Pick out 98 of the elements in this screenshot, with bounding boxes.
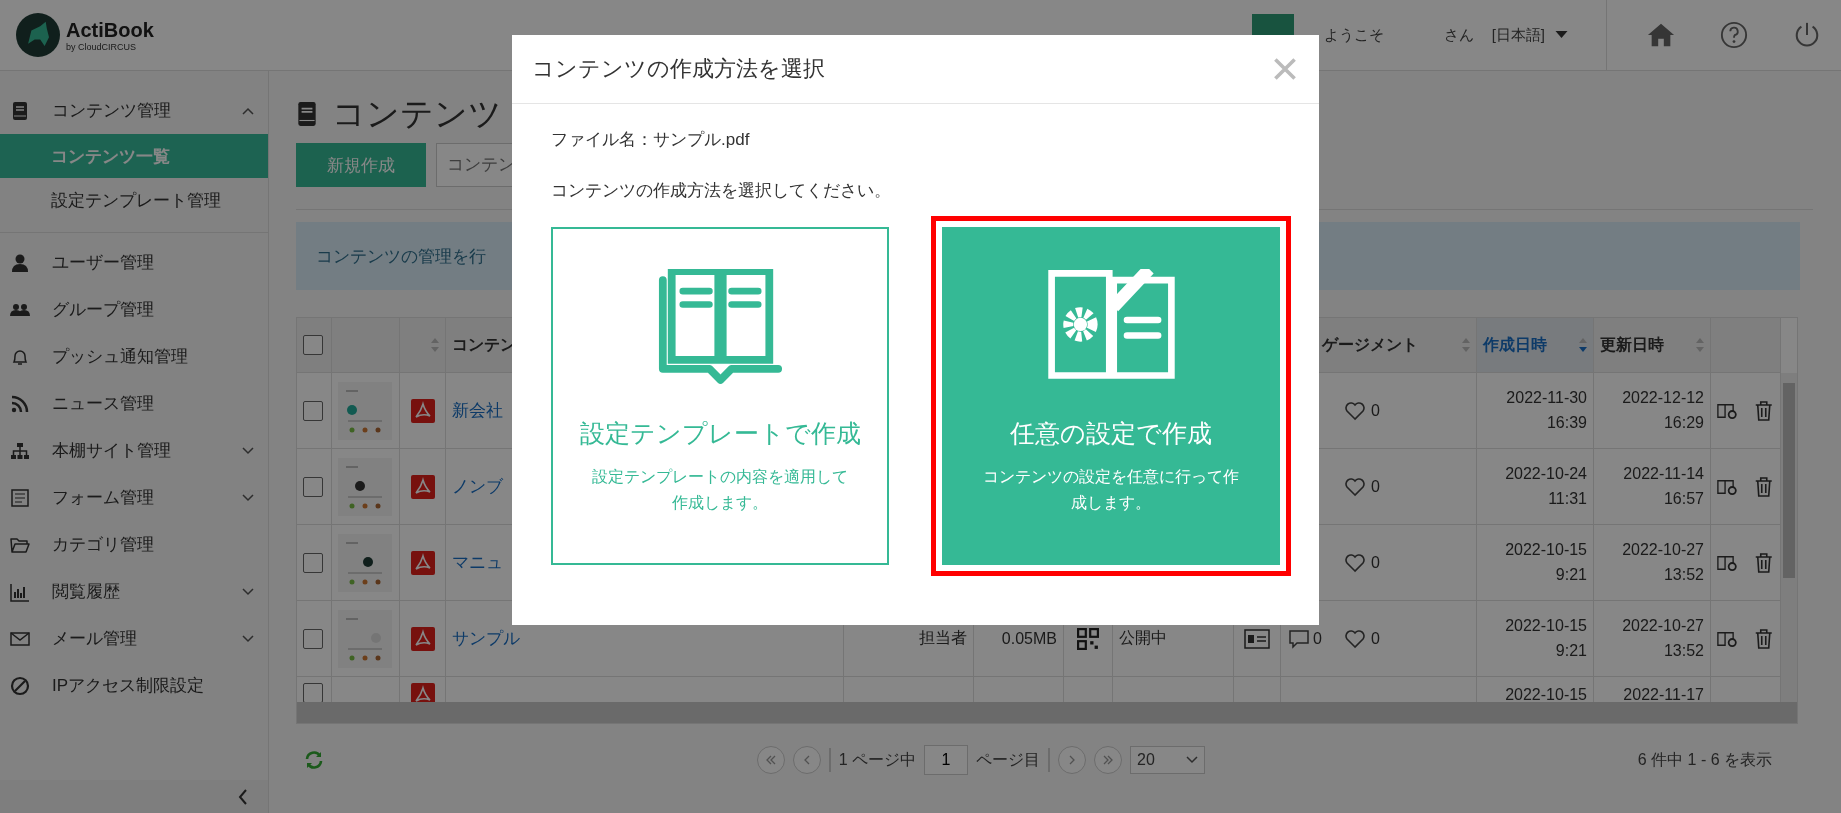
content-link[interactable]: 新会社 (452, 399, 503, 422)
sidebar-item[interactable]: メール管理 (0, 615, 268, 662)
sidebar-item[interactable]: プッシュ通知管理 (0, 333, 268, 380)
collapse-icon[interactable] (238, 789, 248, 805)
chevron-down-icon (1186, 756, 1199, 764)
option-card[interactable]: 任意の設定で作成 コンテンツの設定を任意に行って作成します。 (942, 227, 1280, 565)
file-size: 0.05MB (1001, 629, 1057, 648)
language-dropdown[interactable]: [日本語] (1491, 25, 1568, 45)
heart-icon (1345, 552, 1365, 573)
sidebar-item[interactable]: カテゴリ管理 (0, 521, 268, 568)
honorific-text: さん (1443, 25, 1474, 45)
pdf-icon (410, 550, 435, 575)
owner-text: 担当者 (919, 628, 967, 648)
heart-icon (1345, 476, 1365, 497)
created-date: 2022-10-15 9:21 (1505, 615, 1587, 661)
row-checkbox[interactable] (303, 552, 323, 573)
sidebar-subitem[interactable]: 設定テンプレート管理 (0, 178, 268, 222)
option-card[interactable]: 設定テンプレートで作成 設定テンプレートの内容を適用して作成します。 (551, 227, 889, 565)
updated-date: 2022-12-12 16:29 (1622, 387, 1704, 433)
row-checkbox[interactable] (303, 628, 323, 649)
chevron-down-icon[interactable] (242, 587, 254, 596)
sidebar-item[interactable]: IPアクセス制限設定 (0, 662, 268, 709)
heart-icon (1345, 400, 1365, 421)
help-icon[interactable] (1720, 21, 1748, 49)
pdf-icon (410, 626, 435, 651)
sidebar-item[interactable]: フォーム管理 (0, 474, 268, 521)
dialog-title: コンテンツの作成方法を選択 (532, 55, 826, 83)
row-checkbox[interactable] (303, 683, 323, 702)
updated-date: 2022-10-27 13:52 (1622, 539, 1704, 585)
book-icon (296, 101, 318, 127)
select-all-checkbox[interactable] (303, 335, 323, 355)
page-title: コンテンツ (332, 93, 502, 134)
pdf-icon (410, 398, 435, 423)
results-summary: 6 件中 1 - 6 を表示 (1637, 749, 1772, 770)
welcome-text: ようこそ (1323, 25, 1384, 45)
power-icon[interactable] (1793, 21, 1821, 49)
chevron-down-icon[interactable] (242, 634, 254, 643)
instruction-text: コンテンツの作成方法を選択してください。 (551, 180, 892, 202)
content-link[interactable]: ノンブ (452, 475, 503, 498)
chart-icon (10, 581, 30, 602)
comment-icon (1289, 628, 1309, 649)
comment-count: 0 (1313, 629, 1322, 648)
page-count-text: 1 ページ中 (838, 749, 917, 770)
qr-code-icon[interactable] (1077, 627, 1099, 650)
rss-icon (10, 393, 30, 414)
column-header[interactable]: ゲージメント (1322, 334, 1456, 356)
chevron-down-icon[interactable] (242, 493, 254, 502)
info-message: コンテンツの管理を行 (316, 245, 486, 268)
sort-icon[interactable] (1579, 338, 1587, 352)
double-chevron-right-icon (1102, 755, 1115, 765)
sitemap-icon (10, 440, 30, 461)
sidebar-item[interactable]: ニュース管理 (0, 380, 268, 427)
sidebar-item[interactable]: コンテンツ管理 (0, 87, 268, 134)
double-chevron-left-icon (764, 755, 777, 765)
created-date: 2022-11-30 16:39 (1506, 387, 1587, 433)
row-checkbox[interactable] (303, 476, 323, 497)
updated-date: 2022-11-14 16:57 (1623, 463, 1704, 509)
like-count: 0 (1371, 629, 1380, 648)
updated-date: 2022-11-17 (1623, 685, 1704, 702)
caret-icon (1555, 31, 1568, 39)
chevron-down-icon[interactable] (242, 446, 254, 455)
sidebar-item[interactable]: ユーザー管理 (0, 239, 268, 286)
created-date: 2022-10-15 (1505, 685, 1587, 702)
horizontal-scrollbar[interactable] (297, 702, 1797, 723)
pdf-icon (410, 683, 435, 702)
page-suffix-text: ページ目 (976, 749, 1041, 770)
like-count: 0 (1371, 477, 1380, 496)
like-count: 0 (1371, 401, 1380, 420)
book-icon (10, 100, 30, 121)
chevron-up-icon[interactable] (242, 106, 254, 115)
logo-text: ActiBook (66, 18, 154, 42)
logo-subtitle: by CloudCIRCUS (66, 41, 138, 52)
like-count: 0 (1371, 553, 1380, 572)
sidebar-item[interactable]: グループ管理 (0, 286, 268, 333)
content-link[interactable]: サンプル (452, 627, 520, 650)
vertical-scrollbar[interactable] (1781, 373, 1797, 702)
refresh-icon[interactable] (304, 750, 324, 770)
row-checkbox[interactable] (303, 400, 323, 421)
status-text: 公開中 (1119, 628, 1167, 648)
sidebar-item[interactable]: 本棚サイト管理 (0, 427, 268, 474)
page-input[interactable]: 1 (924, 745, 969, 775)
updated-date: 2022-10-27 13:52 (1622, 615, 1704, 661)
pdf-icon (410, 474, 435, 499)
close-icon[interactable] (1273, 57, 1297, 81)
form-icon (10, 487, 30, 508)
created-date: 2022-10-15 9:21 (1505, 539, 1587, 585)
sidebar-item[interactable]: 閲覧履歴 (0, 568, 268, 615)
id-card-icon[interactable] (1244, 628, 1270, 649)
user-icon (10, 252, 30, 273)
heart-icon (1345, 628, 1365, 649)
per-page-select[interactable]: 20 (1130, 746, 1206, 774)
created-date: 2022-10-24 11:31 (1505, 463, 1587, 509)
content-link[interactable]: マニュ (452, 551, 503, 574)
file-name-text: ファイル名：サンプル.pdf (551, 129, 751, 151)
ban-icon (10, 675, 30, 696)
home-icon[interactable] (1647, 21, 1675, 49)
column-header[interactable]: 更新日時 (1600, 334, 1692, 356)
logo-icon (16, 13, 60, 57)
